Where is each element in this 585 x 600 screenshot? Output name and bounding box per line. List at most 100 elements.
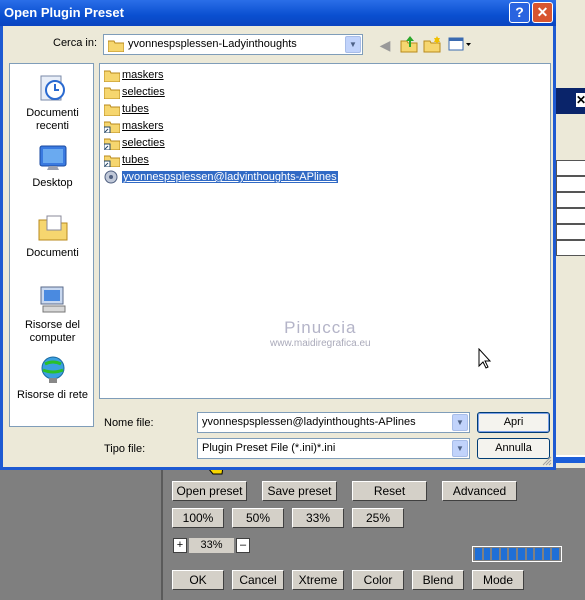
progress-segment xyxy=(535,548,542,560)
zoom-level-field[interactable]: 33% xyxy=(189,538,234,553)
file-name: maskers xyxy=(122,69,164,81)
watermark: Pinuccia www.maidiregrafica.eu xyxy=(270,318,371,349)
list-item[interactable]: selecties xyxy=(104,84,165,100)
folder-icon xyxy=(108,40,124,52)
file-name: yvonnespsplessen@ladyinthoughts-APlines xyxy=(121,170,339,184)
open-button[interactable]: Apri xyxy=(477,412,550,433)
zoom-increase-button[interactable]: + xyxy=(173,538,187,553)
back-icon[interactable]: ◀ xyxy=(376,36,394,54)
color-button[interactable]: Color xyxy=(352,570,404,590)
file-name: tubes xyxy=(122,154,149,166)
dialog-title: Open Plugin Preset xyxy=(4,5,124,20)
folder-shortcut-icon xyxy=(104,121,120,133)
new-folder-icon[interactable] xyxy=(423,35,441,53)
lookin-label: Cerca in: xyxy=(53,37,98,49)
cancel-plugin-button[interactable]: Cancel xyxy=(232,570,284,590)
progress-bar xyxy=(472,546,562,562)
filetype-dropdown[interactable]: Plugin Preset File (*.ini)*.ini ▼ xyxy=(197,438,470,459)
my-computer-icon xyxy=(40,286,65,313)
dialog-client: Cerca in: yvonnespsplessen-Ladyinthought… xyxy=(3,26,553,467)
lookin-dropdown[interactable]: yvonnespsplessen-Ladyinthoughts ▼ xyxy=(103,34,363,55)
watermark-url: www.maidiregrafica.eu xyxy=(270,338,371,349)
places-bar: Documenti recenti Desktop Documenti Riso… xyxy=(9,63,94,427)
progress-segment xyxy=(509,548,516,560)
resize-grip-icon[interactable] xyxy=(542,456,552,466)
place-label: Documenti recenti xyxy=(26,107,79,132)
open-preset-dialog: Open Plugin Preset ? ✕ Cerca in: yvonnes… xyxy=(0,0,556,470)
plugin-control-panel: Open preset Save preset Reset Advanced 1… xyxy=(0,454,585,600)
zoom-100-button[interactable]: 100% xyxy=(172,508,224,528)
progress-segment xyxy=(483,548,491,560)
place-label: Risorse del computer xyxy=(24,319,81,344)
view-menu-icon[interactable] xyxy=(448,35,472,53)
list-item[interactable]: tubes xyxy=(104,152,149,168)
list-item[interactable]: maskers xyxy=(104,67,164,83)
chevron-down-icon[interactable]: ▼ xyxy=(345,36,361,53)
chevron-down-icon[interactable]: ▼ xyxy=(452,414,468,431)
place-my-computer[interactable]: Risorse del computer xyxy=(10,284,95,345)
file-name: selecties xyxy=(122,86,165,98)
zoom-decrease-button[interactable]: – xyxy=(236,538,250,553)
folder-icon xyxy=(104,70,120,82)
progress-segment xyxy=(492,548,499,560)
filename-label: Nome file: xyxy=(104,417,154,429)
place-documents[interactable]: Documenti xyxy=(10,212,95,260)
list-item[interactable]: selecties xyxy=(104,135,165,151)
ok-button[interactable]: OK xyxy=(172,570,224,590)
progress-segment xyxy=(526,548,534,560)
zoom-50-button[interactable]: 50% xyxy=(232,508,284,528)
file-name: maskers xyxy=(122,120,164,132)
up-folder-icon[interactable] xyxy=(400,35,418,53)
save-preset-button[interactable]: Save preset xyxy=(262,481,337,501)
xtreme-button[interactable]: Xtreme xyxy=(292,570,344,590)
place-desktop[interactable]: Desktop xyxy=(10,142,95,190)
plugin-buttons-area: Open preset Save preset Reset Advanced 1… xyxy=(165,468,585,600)
progress-segment xyxy=(475,548,482,560)
folder-icon xyxy=(104,104,120,116)
list-item-selected[interactable]: yvonnespsplessen@ladyinthoughts-APlines xyxy=(104,169,339,185)
blend-button[interactable]: Blend xyxy=(412,570,464,590)
list-item[interactable]: maskers xyxy=(104,118,164,134)
zoom-25-button[interactable]: 25% xyxy=(352,508,404,528)
folder-shortcut-icon xyxy=(104,155,120,167)
watermark-title: Pinuccia xyxy=(284,318,357,337)
open-preset-button[interactable]: Open preset xyxy=(172,481,247,501)
filetype-value: Plugin Preset File (*.ini)*.ini xyxy=(202,442,336,454)
recent-documents-icon xyxy=(40,75,65,101)
host-grid-fragment xyxy=(556,160,585,256)
dialog-titlebar[interactable]: Open Plugin Preset ? ✕ xyxy=(0,0,556,26)
place-network[interactable]: Risorse di rete xyxy=(10,354,95,402)
mode-button[interactable]: Mode xyxy=(472,570,524,590)
progress-segment xyxy=(552,548,559,560)
host-close-icon[interactable]: ✕ xyxy=(576,93,585,107)
chevron-down-icon[interactable]: ▼ xyxy=(452,440,468,457)
plugin-preview-area xyxy=(0,468,163,600)
filename-value: yvonnespsplessen@ladyinthoughts-APlines xyxy=(202,416,416,428)
cancel-button[interactable]: Annulla xyxy=(477,438,550,459)
host-blue-strip xyxy=(556,455,585,463)
zoom-33-button[interactable]: 33% xyxy=(292,508,344,528)
lookin-value: yvonnespsplessen-Ladyinthoughts xyxy=(128,38,297,50)
reset-button[interactable]: Reset xyxy=(352,481,427,501)
progress-segment xyxy=(500,548,508,560)
folder-shortcut-icon xyxy=(104,138,120,150)
place-label: Desktop xyxy=(32,177,73,189)
progress-segment xyxy=(517,548,525,560)
filename-input[interactable]: yvonnespsplessen@ladyinthoughts-APlines … xyxy=(197,412,470,433)
filetype-label: Tipo file: xyxy=(104,443,146,455)
place-recent-documents[interactable]: Documenti recenti xyxy=(10,72,95,133)
place-label: Documenti xyxy=(26,247,79,259)
folder-icon xyxy=(104,87,120,99)
help-icon[interactable]: ? xyxy=(509,2,530,23)
documents-folder-icon xyxy=(38,215,67,241)
close-icon[interactable]: ✕ xyxy=(532,2,553,23)
progress-segment xyxy=(543,548,551,560)
file-name: selecties xyxy=(122,137,165,149)
file-list[interactable]: maskers selecties tubes maskers selectie… xyxy=(99,63,551,399)
advanced-button[interactable]: Advanced xyxy=(442,481,517,501)
place-label: Risorse di rete xyxy=(17,389,88,401)
network-icon xyxy=(41,356,64,383)
preset-file-icon xyxy=(104,170,118,184)
desktop-icon xyxy=(39,145,66,170)
list-item[interactable]: tubes xyxy=(104,101,149,117)
